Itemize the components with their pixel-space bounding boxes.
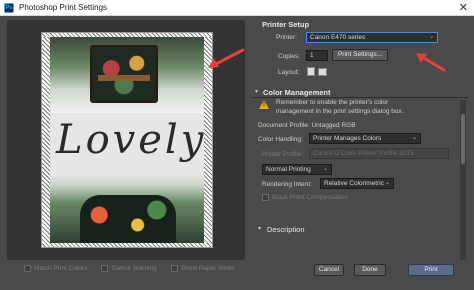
normal-printing-select[interactable]: Normal Printing ⌄ bbox=[262, 164, 332, 175]
printer-select[interactable]: Canon E470 series ⌄ bbox=[306, 32, 438, 43]
annotation-arrow-left-icon bbox=[208, 48, 245, 68]
warning-message-line1: Remember to enable the printer's color bbox=[276, 99, 389, 106]
copies-value: 1 bbox=[310, 52, 314, 59]
show-paper-white-checkbox[interactable] bbox=[170, 264, 178, 272]
preview-photo-top bbox=[50, 37, 204, 113]
gamut-warning-label: Gamut Warning bbox=[111, 264, 157, 272]
printer-profile-value: Canon IJ Color Printer Profile 2015 bbox=[313, 150, 414, 157]
paper-preview: Lovely bbox=[41, 32, 213, 248]
settings-scrollbar[interactable] bbox=[460, 100, 466, 260]
margin-hatch-top bbox=[42, 33, 212, 37]
done-button[interactable]: Done bbox=[354, 264, 386, 276]
portrait-layout-icon[interactable] bbox=[307, 67, 315, 76]
warning-exclamation: ! bbox=[263, 102, 265, 108]
normal-printing-value: Normal Printing bbox=[266, 166, 311, 173]
printer-profile-label: Printer Profile: bbox=[262, 151, 304, 158]
window-title: Photoshop Print Settings bbox=[19, 3, 108, 12]
printer-setup-title: Printer Setup bbox=[262, 20, 310, 29]
copies-label: Copies: bbox=[278, 53, 301, 60]
chevron-down-icon: ⌄ bbox=[322, 166, 328, 172]
print-button[interactable]: Print bbox=[408, 264, 454, 276]
close-icon[interactable]: ✕ bbox=[459, 1, 468, 14]
document-profile: Document Profile: Untagged RGB bbox=[258, 122, 356, 129]
landscape-layout-icon[interactable] bbox=[318, 68, 327, 76]
color-management-title: Color Management bbox=[263, 88, 331, 97]
gamut-warning-checkbox[interactable] bbox=[101, 264, 109, 272]
description-title: Description bbox=[267, 225, 305, 234]
rendering-intent-select[interactable]: Relative Colorimetric ⌄ bbox=[320, 178, 394, 189]
cancel-button[interactable]: Cancel bbox=[314, 264, 344, 276]
annotation-arrow-printer-icon bbox=[416, 53, 446, 72]
gamut-warning-option[interactable]: Gamut Warning bbox=[101, 263, 157, 273]
print-dialog: Lovely Match Print Colors Gamut Warning … bbox=[0, 16, 474, 290]
copies-input[interactable]: 1 bbox=[306, 50, 328, 61]
show-paper-white-label: Show Paper White bbox=[180, 264, 235, 272]
bag-strap bbox=[98, 75, 150, 81]
section-separator bbox=[252, 97, 468, 98]
color-handling-label: Color Handling: bbox=[258, 136, 303, 143]
match-print-colors-checkbox[interactable] bbox=[24, 264, 31, 272]
title-bar: Ps Photoshop Print Settings ✕ bbox=[0, 0, 474, 16]
color-handling-value: Printer Manages Colors bbox=[313, 135, 382, 142]
layout-label: Layout: bbox=[278, 69, 300, 76]
printer-profile-select: Canon IJ Color Printer Profile 2015 bbox=[309, 148, 449, 159]
rendering-intent-label: Rendering Intent: bbox=[262, 181, 312, 188]
printer-label: Printer: bbox=[276, 34, 297, 41]
color-management-collapse-icon[interactable]: ▾ bbox=[255, 88, 258, 95]
lovely-text-banner: Lovely bbox=[50, 113, 204, 175]
show-paper-white-option[interactable]: Show Paper White bbox=[170, 263, 235, 273]
preview-options: Match Print Colors Gamut Warning Show Pa… bbox=[24, 263, 235, 273]
black-point-option[interactable]: Black Point Compensation bbox=[262, 194, 348, 201]
bag-image-bottom bbox=[80, 195, 176, 245]
chevron-down-icon: ⌄ bbox=[411, 135, 417, 141]
margin-hatch-bottom bbox=[42, 243, 212, 247]
scrollbar-thumb[interactable] bbox=[461, 114, 465, 164]
black-point-label: Black Point Compensation bbox=[272, 194, 349, 201]
black-point-checkbox[interactable] bbox=[262, 194, 269, 201]
printer-value: Canon E470 series bbox=[310, 34, 366, 41]
chevron-down-icon: ⌄ bbox=[384, 180, 390, 186]
print-settings-button[interactable]: Print Settings... bbox=[332, 49, 388, 61]
match-print-colors-label: Match Print Colors bbox=[34, 264, 88, 272]
color-handling-select[interactable]: Printer Manages Colors ⌄ bbox=[309, 133, 421, 144]
match-print-colors-option[interactable]: Match Print Colors bbox=[24, 263, 87, 273]
preview-photo-bottom bbox=[50, 175, 204, 245]
margin-hatch-left bbox=[42, 33, 50, 247]
bag-image-top bbox=[90, 45, 158, 103]
description-collapse-icon[interactable]: ▾ bbox=[258, 225, 261, 232]
photoshop-app-icon: Ps bbox=[4, 3, 14, 13]
warning-message-line2: management in the print settings dialog … bbox=[276, 108, 404, 115]
lovely-text: Lovely bbox=[56, 117, 204, 163]
rendering-intent-value: Relative Colorimetric bbox=[324, 180, 384, 187]
chevron-down-icon: ⌄ bbox=[428, 34, 434, 40]
